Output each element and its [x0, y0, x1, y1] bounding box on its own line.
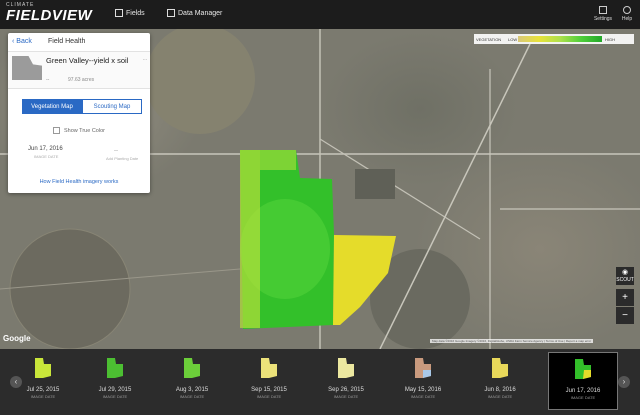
- field-thumbnail-icon: [575, 359, 591, 379]
- zoom-out-button[interactable]: −: [616, 307, 634, 324]
- field-health-zone: [260, 150, 296, 170]
- show-true-color-toggle[interactable]: Show True Color: [53, 127, 105, 134]
- camera-icon: ◉: [621, 269, 629, 276]
- field-thumbnail-icon: [35, 358, 51, 378]
- help-label: Help: [621, 16, 633, 22]
- field-thumbnail-icon: [338, 358, 354, 378]
- field-name: Green Valley--yield x soil: [46, 56, 129, 65]
- legend-low: LOW: [508, 37, 518, 42]
- top-bar: CLIMATE FIELDVIEW Fields Data Manager Se…: [0, 0, 640, 29]
- timeline-date-label: IMAGE DATE: [333, 394, 359, 399]
- farmstead: [355, 169, 395, 199]
- field-thumbnail-icon: [261, 358, 277, 378]
- timeline-date: Jun 17, 2016: [565, 388, 601, 394]
- pivot-circle: [145, 29, 255, 134]
- timeline-date: Jul 29, 2015: [98, 387, 132, 393]
- vegetation-legend: VEGETATION LOW HIGH: [474, 34, 634, 44]
- logo-fieldview-text: FIELDVIEW: [6, 7, 93, 24]
- legend-high: HIGH: [605, 37, 615, 42]
- field-thumbnail-icon: [492, 358, 508, 378]
- timeline-date: Jul 25, 2015: [26, 387, 60, 393]
- image-date-label: IMAGE DATE: [34, 154, 59, 159]
- timeline-date-label: IMAGE DATE: [102, 394, 128, 399]
- true-color-checkbox[interactable]: [53, 127, 60, 134]
- data-manager-icon: [167, 9, 175, 17]
- nav-data-manager[interactable]: Data Manager: [167, 9, 222, 17]
- timeline-date-label: IMAGE DATE: [30, 394, 56, 399]
- legend-gradient: [518, 36, 602, 42]
- field-info: Green Valley--yield x soil -- 97.63 acre…: [8, 52, 150, 89]
- timeline-date-label: IMAGE DATE: [256, 394, 282, 399]
- field-subtitle: --: [46, 77, 50, 83]
- timeline-date: Aug 3, 2015: [175, 387, 209, 393]
- field-menu-button[interactable]: ...: [143, 56, 147, 62]
- back-label: Back: [16, 38, 32, 45]
- scout-label: SCOUT: [616, 277, 634, 283]
- field-health-panel: ‹ Back Field Health Green Valley--yield …: [8, 33, 150, 193]
- timeline-item[interactable]: Jul 29, 2015 IMAGE DATE: [80, 352, 150, 410]
- panel-header: ‹ Back Field Health: [8, 33, 150, 52]
- planting-date: --: [114, 148, 118, 154]
- timeline-item-selected[interactable]: Jun 17, 2016 IMAGE DATE: [548, 352, 618, 410]
- timeline-date-label: IMAGE DATE: [410, 394, 436, 399]
- fields-icon: [115, 9, 123, 17]
- help-icon: [623, 6, 631, 14]
- google-logo: Google: [3, 334, 31, 343]
- scout-button[interactable]: ◉ SCOUT: [616, 267, 634, 285]
- true-color-label: Show True Color: [64, 127, 105, 134]
- settings-label: Settings: [593, 16, 613, 22]
- zoom-in-button[interactable]: +: [616, 289, 634, 306]
- timeline-item[interactable]: Aug 3, 2015 IMAGE DATE: [157, 352, 227, 410]
- map-attribution[interactable]: Map data ©2016 Google Imagery ©2016, Dig…: [430, 339, 594, 343]
- settings-button[interactable]: Settings: [593, 6, 613, 22]
- nav-fields[interactable]: Fields: [115, 9, 145, 17]
- timeline-item[interactable]: Sep 26, 2015 IMAGE DATE: [311, 352, 381, 410]
- timeline-prev-button[interactable]: ‹: [10, 376, 22, 388]
- field-health-zone: [240, 150, 260, 328]
- gear-icon: [599, 6, 607, 14]
- timeline-date: Sep 26, 2015: [328, 387, 364, 393]
- nav-data-manager-label: Data Manager: [178, 9, 223, 17]
- timeline-date: Sep 15, 2015: [251, 387, 287, 393]
- nav-fields-label: Fields: [126, 9, 145, 17]
- field-thumbnail: [12, 56, 42, 80]
- timeline-item[interactable]: May 15, 2016 IMAGE DATE: [388, 352, 458, 410]
- timeline-item[interactable]: Sep 15, 2015 IMAGE DATE: [234, 352, 304, 410]
- timeline-date-label: IMAGE DATE: [179, 394, 205, 399]
- timeline-item[interactable]: Jun 8, 2016 IMAGE DATE: [465, 352, 535, 410]
- help-button[interactable]: Help: [617, 6, 637, 22]
- field-thumbnail-icon: [107, 358, 123, 378]
- timeline-date: Jun 8, 2016: [484, 387, 516, 393]
- field-acres: 97.63 acres: [68, 77, 95, 83]
- pivot-circle: [9, 228, 131, 349]
- field-thumbnail-icon: [415, 358, 431, 378]
- how-field-health-works-link[interactable]: How Field Health imagery works: [8, 179, 150, 185]
- field-thumbnail-icon: [184, 358, 200, 378]
- timeline-date-label: IMAGE DATE: [487, 394, 513, 399]
- timeline-date: May 15, 2016: [404, 387, 442, 393]
- fieldview-logo[interactable]: CLIMATE FIELDVIEW: [6, 3, 92, 24]
- map-type-tabs: Vegetation Map Scouting Map: [22, 99, 142, 114]
- timeline-date-label: IMAGE DATE: [570, 395, 596, 400]
- back-button[interactable]: ‹ Back: [12, 38, 32, 45]
- legend-title: VEGETATION: [476, 37, 502, 42]
- image-date: Jun 17, 2016: [28, 146, 63, 152]
- panel-title: Field Health: [48, 38, 86, 45]
- tab-scouting-map[interactable]: Scouting Map: [82, 99, 142, 114]
- timeline-next-button[interactable]: ›: [618, 376, 630, 388]
- image-timeline: Jul 25, 2015 IMAGE DATE Jul 29, 2015 IMA…: [0, 349, 640, 415]
- tab-vegetation-map[interactable]: Vegetation Map: [22, 99, 82, 114]
- add-planting-date-link[interactable]: Add Planting Date: [106, 156, 138, 161]
